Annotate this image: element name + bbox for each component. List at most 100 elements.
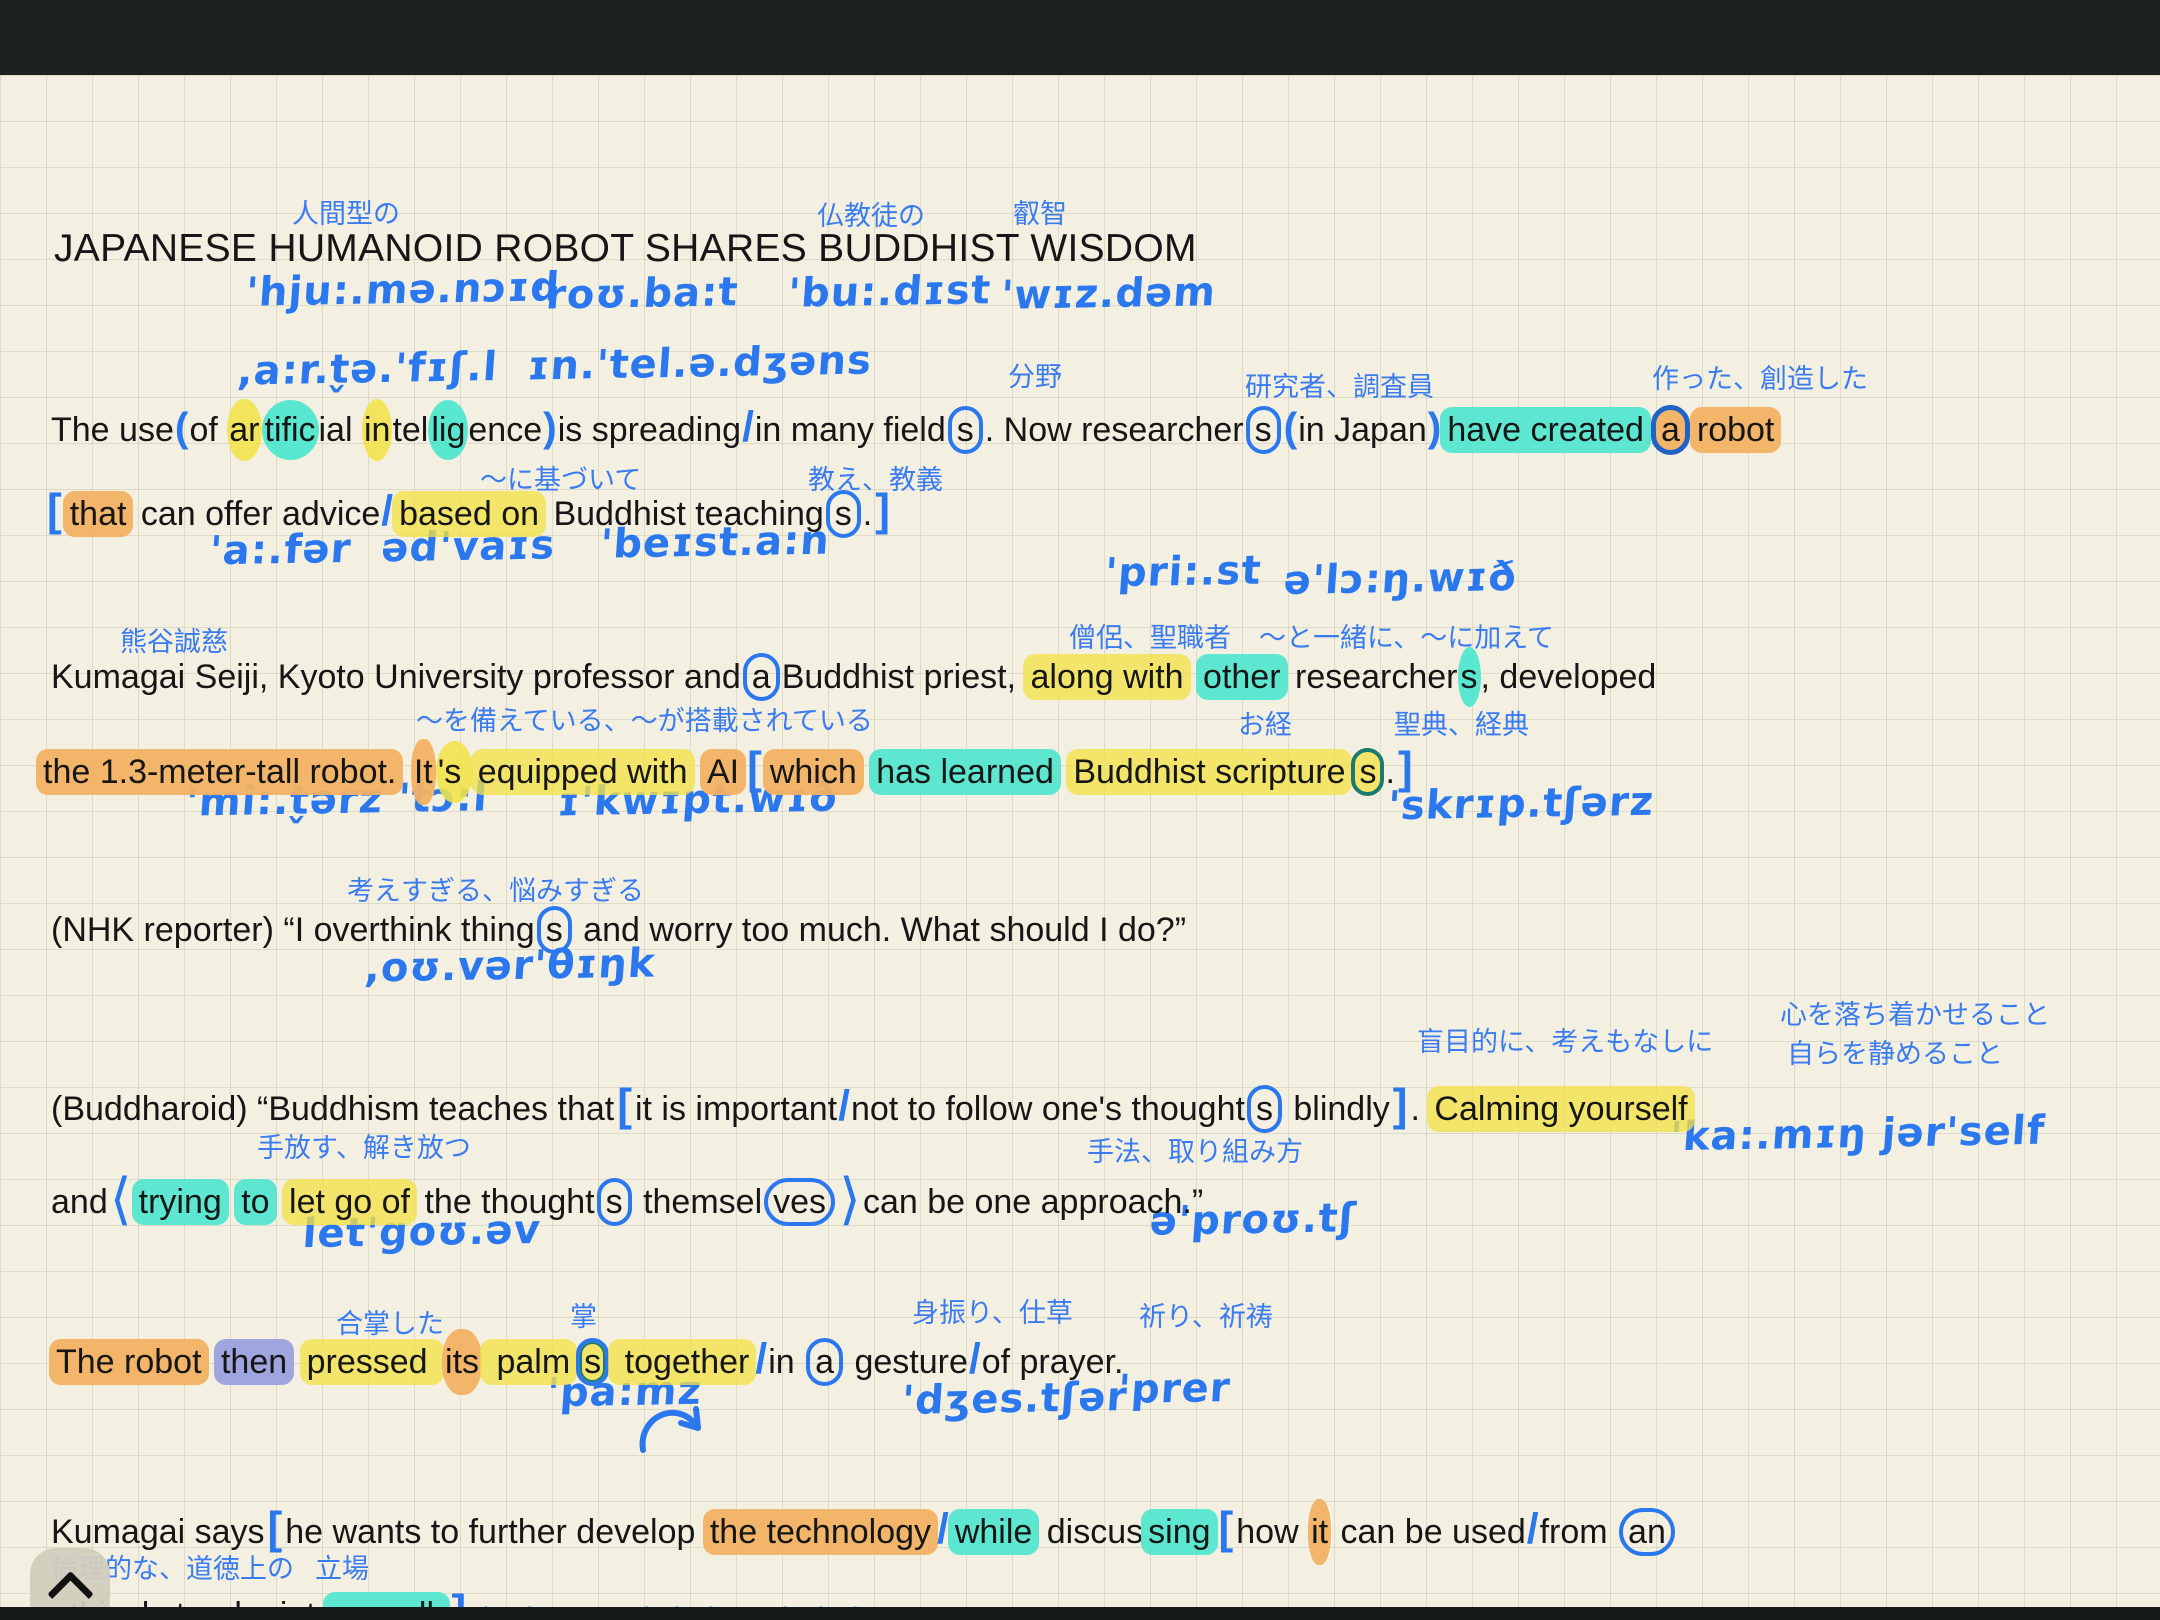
- phonetic-annotation: 'skrɪp.tʃərz: [1386, 779, 1655, 830]
- annotated-segment: which: [763, 749, 864, 795]
- annotated-segment: Buddhist scripture: [1066, 749, 1352, 795]
- text-segment: from: [1540, 1513, 1617, 1551]
- annotated-segment: [: [617, 1081, 632, 1130]
- text-segment: ence: [468, 411, 542, 449]
- annotated-segment: 's: [436, 741, 473, 803]
- text-segment: Kumagai Seiji, Kyoto University professo…: [51, 658, 741, 696]
- annotated-segment: while: [948, 1509, 1039, 1555]
- jp-annotation: 自らを静めること: [1787, 1032, 2003, 1071]
- phonetic-annotation: 'ka:.mɪŋ jər'self: [1668, 1108, 2047, 1161]
- annotated-segment: robot: [1690, 407, 1782, 453]
- text-segment: .: [1385, 753, 1394, 791]
- phonetic-annotation: 'bu:.dɪst: [786, 267, 992, 317]
- jp-annotation: 仏教徒の: [817, 194, 925, 233]
- text-segment: ial: [319, 411, 362, 449]
- jp-annotation: 研究者、調査員: [1245, 365, 1434, 404]
- annotated-segment: s: [576, 1338, 609, 1386]
- annotated-segment: along with: [1023, 654, 1190, 700]
- annotated-segment: /: [969, 1336, 981, 1383]
- annotated-segment: sing: [1141, 1509, 1217, 1555]
- body-line: Kumagai Seiji, Kyoto University professo…: [51, 656, 1656, 699]
- annotated-segment: /: [1527, 1506, 1539, 1553]
- annotated-segment: ]: [875, 486, 890, 535]
- annotated-segment: [: [47, 486, 62, 535]
- annotated-segment: The robot: [49, 1339, 209, 1385]
- annotated-segment: it: [1308, 1499, 1331, 1565]
- jp-annotation: 〜と一緒に、〜に加えて: [1259, 616, 1554, 655]
- annotated-segment: s: [1458, 647, 1481, 707]
- jp-annotation: 盲目的に、考えもなしに: [1417, 1020, 1713, 1059]
- jp-annotation: 僧侶、聖職者: [1069, 616, 1231, 655]
- annotated-segment: let go of: [282, 1179, 417, 1225]
- annotated-segment: [: [268, 1504, 283, 1553]
- text-segment: the thought: [415, 1183, 595, 1221]
- annotated-segment: ]: [1393, 1081, 1408, 1130]
- text-segment: and worry too much. What should I do?”: [574, 911, 1186, 949]
- annotated-segment: s: [597, 1178, 632, 1226]
- annotated-segment: other: [1196, 654, 1288, 700]
- annotated-segment: lig: [428, 400, 468, 460]
- text-segment: researcher: [1286, 658, 1458, 696]
- body-line: (NHK reporter) “I overthink things and w…: [51, 909, 1186, 952]
- annotated-segment: pressed: [300, 1339, 444, 1385]
- phonetic-annotation: 'pri:.st: [1103, 548, 1263, 597]
- body-line: The use(of artificial intelligence)is sp…: [51, 401, 1779, 454]
- text-segment: how: [1236, 1513, 1308, 1551]
- body-line: Kumagai says[he wants to further develop…: [51, 1501, 1677, 1556]
- bottom-system-bar: [0, 1607, 2160, 1620]
- jp-annotation: 身振り、仕草: [912, 1291, 1073, 1330]
- annotated-segment: Calming yourself: [1427, 1086, 1694, 1132]
- text-segment: in: [768, 1343, 804, 1381]
- text-segment: can be used: [1331, 1513, 1526, 1551]
- phonetic-annotation: 'hju:.mə.nɔɪd: [244, 264, 561, 315]
- phonetic-annotation: 'roʊ.ba:t: [531, 269, 740, 319]
- annotated-segment: to: [234, 1179, 276, 1225]
- text-segment: themsel: [634, 1183, 763, 1221]
- jp-annotation: 考えすぎる、悩みすぎる: [347, 869, 644, 908]
- annotated-segment: s: [948, 406, 983, 454]
- text-segment: can be one approach.”: [863, 1183, 1203, 1221]
- jp-annotation: 叡智: [1013, 192, 1067, 231]
- document-title: JAPANESE HUMANOID ROBOT SHARES BUDDHIST …: [54, 227, 1197, 271]
- annotated-segment: in: [362, 399, 392, 461]
- note-page-canvas[interactable]: JAPANESE HUMANOID ROBOT SHARES BUDDHIST …: [0, 75, 2160, 1607]
- annotated-segment: then: [214, 1339, 294, 1385]
- jp-annotation: 祈り、祈祷: [1139, 1295, 1273, 1334]
- text-segment: .: [863, 495, 872, 533]
- annotated-segment: trying: [132, 1179, 229, 1225]
- annotated-segment: a: [743, 653, 780, 701]
- jp-annotation: 〜を備えている、〜が搭載されている: [416, 699, 873, 738]
- annotated-segment: that: [63, 491, 134, 537]
- jp-annotation: 心を落ち着かせること: [1780, 993, 2050, 1032]
- text-segment: Kumagai says: [51, 1513, 265, 1551]
- annotated-segment: has learned: [869, 749, 1061, 795]
- annotated-segment: s: [826, 490, 861, 538]
- annotated-segment: ): [543, 404, 557, 450]
- text-segment: (Buddharoid) “Buddhism teaches that: [51, 1090, 614, 1128]
- annotated-segment: /: [742, 404, 754, 451]
- jp-annotation: 掌: [570, 1295, 597, 1334]
- text-segment: discus: [1037, 1513, 1143, 1551]
- annotated-segment: its: [442, 1329, 482, 1395]
- annotated-segment: tific: [262, 400, 319, 460]
- annotated-segment: a: [1651, 405, 1690, 455]
- top-system-bar: [0, 0, 2160, 75]
- jp-annotation: 熊谷誠慈: [120, 620, 228, 659]
- annotated-segment: [: [747, 744, 762, 793]
- text-segment: (NHK reporter) “I overthink thing: [51, 911, 535, 949]
- text-segment: can offer advice: [131, 495, 380, 533]
- jp-annotation: 分野: [1008, 355, 1062, 394]
- annotated-segment: [: [1219, 1504, 1234, 1553]
- annotated-segment: have created: [1440, 407, 1651, 453]
- annotated-segment: s: [1351, 748, 1384, 796]
- body-line: and⟨trying to let go of the thoughts the…: [51, 1164, 1203, 1234]
- annotated-segment: s: [1246, 406, 1281, 454]
- annotated-segment: the technology: [703, 1509, 938, 1555]
- annotated-segment: a: [806, 1338, 843, 1386]
- annotated-segment: ves: [764, 1178, 835, 1226]
- jp-annotation: 人間型の: [292, 192, 400, 231]
- text-segment: [401, 753, 410, 791]
- annotated-segment: (: [1284, 404, 1298, 450]
- annotated-segment: ar: [227, 399, 261, 461]
- text-segment: The use: [51, 411, 174, 449]
